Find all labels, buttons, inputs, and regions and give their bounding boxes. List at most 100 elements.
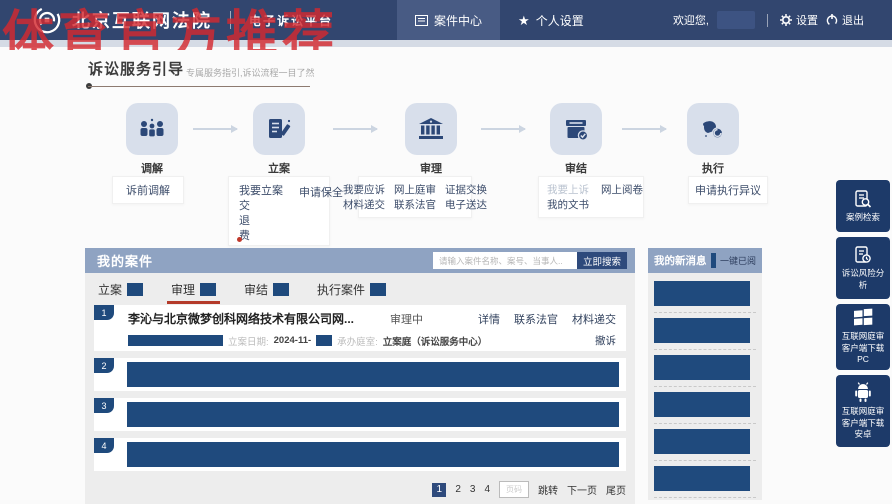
platform-name: 电子诉讼平台 [249,12,333,29]
case-title-link[interactable]: 李沁与北京微梦创科网络技术有限公司网... [128,310,354,327]
my-cases-title: 我的案件 [97,251,153,270]
tab-count-redacted [273,283,289,296]
flow-step-closed: 审结 [550,103,602,176]
message-item[interactable] [654,424,756,461]
case-index-badge: 2 [94,358,114,373]
tab-filing[interactable]: 立案 [98,281,143,298]
flow-step-mediation: 调解 [126,103,178,176]
pagination: 1 2 3 4 跳转 下一页 尾页 [94,481,626,498]
settings-button[interactable]: 设置 [780,12,818,28]
card-closed-links: 我要上诉 网上阅卷 我的文书 [538,176,644,218]
link-online-review[interactable]: 网上阅卷 [601,183,643,198]
case-search-tool-button[interactable]: 案例检索 [836,180,890,232]
link-pre-mediation[interactable]: 诉前调解 [126,182,170,198]
tab-label: 执行案件 [317,281,365,298]
nav-tab-personal-settings[interactable]: ★ 个人设置 [500,0,602,40]
flow-step-label: 执行 [687,160,739,176]
link-file-case[interactable]: 我要立案 [239,184,283,199]
case-withdraw-link[interactable]: 撤诉 [595,333,616,348]
page-jump-button[interactable]: 跳转 [538,482,558,497]
page-2[interactable]: 2 [455,484,461,495]
search-button[interactable]: 立即搜索 [577,252,627,269]
message-item[interactable] [654,313,756,350]
pc-client-download-button[interactable]: 互联网庭审客户端下载PC [836,304,890,370]
tab-execution-cases[interactable]: 执行案件 [317,281,386,298]
guide-subtitle: 专属服务指引,诉讼流程一目了然 [186,66,315,79]
case-index-badge: 4 [94,438,114,453]
case-submit-material-link[interactable]: 材料递交 [572,311,616,327]
tool-label: 互联网庭审客户端下载PC [838,331,888,365]
case-number-redacted [128,335,223,346]
nav-tab-case-center[interactable]: 案件中心 [397,0,500,40]
tab-trial[interactable]: 审理 [171,281,216,298]
welcome-text: 欢迎您, [673,12,709,28]
link-appeal-disabled[interactable]: 我要上诉 [547,183,589,198]
flow-step-label: 审理 [405,160,457,176]
case-index-badge: 3 [94,398,114,413]
case-content-redacted [127,402,619,427]
link-contact-judge[interactable]: 联系法官 [394,198,436,213]
case-search-input[interactable] [433,252,577,269]
courthouse-icon [405,103,457,155]
link-pay-refund-1[interactable]: 交 [239,199,283,214]
link-respond[interactable]: 我要应诉 [343,183,385,198]
case-contact-judge-link[interactable]: 联系法官 [514,311,558,327]
mark-all-read-button[interactable]: 一键已阅 [720,254,756,267]
flow-step-filing: 立案 [253,103,305,176]
page-jump-input[interactable] [499,481,529,498]
my-cases-body: 立案 审理 审结 执行案件 1 李沁与北京 [85,273,635,504]
messages-list [648,273,762,500]
message-item[interactable] [654,276,756,313]
tab-count-redacted [127,283,143,296]
link-apply-preservation[interactable]: 申请保全 [299,184,343,200]
android-icon [853,381,873,403]
link-pay-refund-3[interactable]: 费 [239,229,283,244]
case-content-redacted [127,362,619,387]
link-online-trial[interactable]: 网上庭审 [394,183,436,198]
card-trial-links: 我要应诉 网上庭审 证据交换 材料递交 联系法官 电子送达 [358,176,472,218]
case-center-icon [415,15,428,26]
messages-panel: 我的新消息 一键已阅 [648,248,762,500]
my-cases-panel: 我的案件 立即搜索 立案 审理 审结 执行案件 [85,248,635,500]
power-icon [826,14,838,26]
link-my-documents[interactable]: 我的文书 [547,198,589,213]
logout-button[interactable]: 退出 [826,12,864,28]
settings-label: 设置 [796,12,818,28]
filing-icon [253,103,305,155]
windows-icon [852,308,874,328]
tab-closed[interactable]: 审结 [244,281,289,298]
last-page-button[interactable]: 尾页 [606,482,626,497]
page-4[interactable]: 4 [484,484,490,495]
link-evidence-exchange[interactable]: 证据交换 [445,183,487,198]
header-divider [230,11,231,29]
message-item[interactable] [654,461,756,498]
link-pay-refund-2[interactable]: 退 [239,214,283,229]
filing-date-label: 立案日期: [228,334,269,348]
case-detail-link[interactable]: 详情 [478,311,500,327]
message-content-redacted [654,466,750,491]
link-submit-material[interactable]: 材料递交 [343,198,385,213]
filing-day-redacted [316,335,332,346]
tab-label: 审结 [244,281,268,298]
android-client-download-button[interactable]: 互联网庭审客户端下载安卓 [836,375,890,447]
case-row-4[interactable]: 4 [94,438,626,471]
guide-underline [88,86,310,87]
link-execution-objection[interactable]: 申请执行异议 [695,182,761,198]
flow-step-label: 调解 [126,160,178,176]
case-row-2[interactable]: 2 [94,358,626,391]
next-page-button[interactable]: 下一页 [567,482,597,497]
page-3[interactable]: 3 [470,484,476,495]
logo-group: 北京互联网法院 电子诉讼平台 [32,5,333,35]
nav-tab-label: 个人设置 [536,12,584,29]
case-tabs: 立案 审理 审结 执行案件 [94,280,626,305]
link-e-delivery[interactable]: 电子送达 [445,198,487,213]
message-item[interactable] [654,387,756,424]
flow-arrow [333,128,377,130]
card-mediation-links: 诉前调解 [112,176,184,204]
page-1[interactable]: 1 [432,483,446,497]
risk-analysis-tool-button[interactable]: 诉讼风险分析 [836,237,890,299]
case-row-3[interactable]: 3 [94,398,626,431]
flow-step-label: 立案 [253,160,305,176]
flow-arrow [193,128,237,130]
message-item[interactable] [654,350,756,387]
